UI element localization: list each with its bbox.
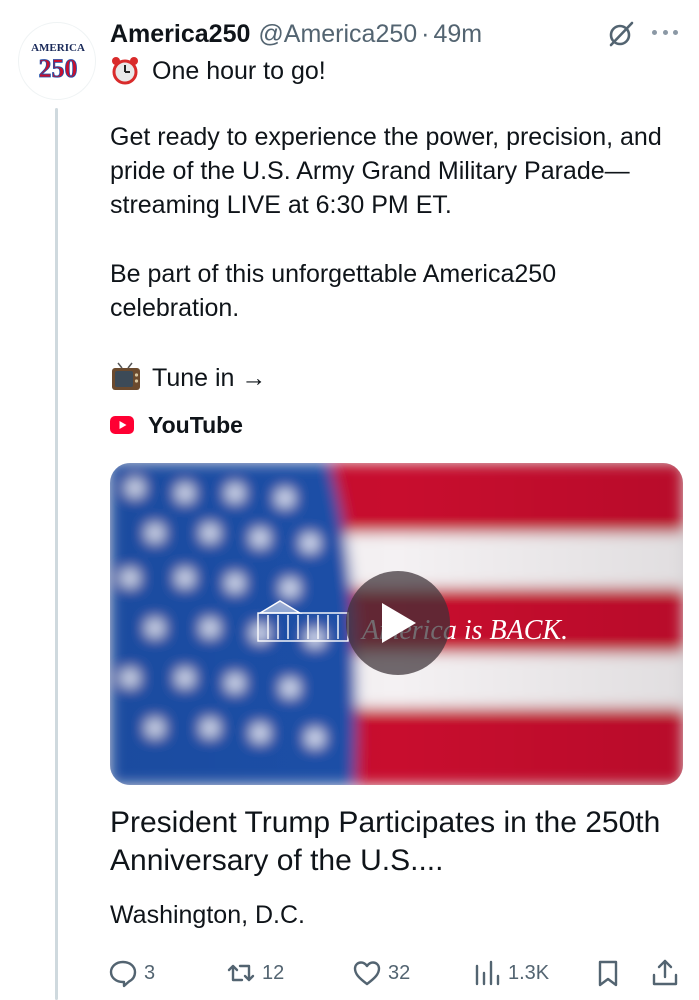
post-paragraph-1: Get ready to experience the power, preci…	[110, 123, 662, 219]
post-line-1: One hour to go!	[152, 57, 326, 85]
youtube-icon	[110, 416, 134, 434]
reply-icon	[109, 960, 137, 988]
link-source[interactable]: YouTube	[110, 410, 243, 440]
bookmark-icon	[598, 960, 618, 987]
separator: ·	[421, 19, 430, 48]
views-count: 1.3K	[508, 961, 550, 984]
share-icon	[652, 959, 678, 986]
like-button[interactable]: 32	[352, 955, 410, 991]
post-text: One hour to go!	[110, 54, 685, 88]
views-icon	[475, 960, 500, 986]
repost-button[interactable]: 12	[226, 955, 284, 991]
play-button[interactable]	[346, 571, 450, 675]
post-paragraph-2: Be part of this unforgettable America250…	[110, 260, 557, 322]
avatar[interactable]: AMERICA 250	[18, 22, 96, 100]
reply-count: 3	[144, 961, 156, 984]
alarm-clock-icon	[112, 57, 138, 85]
card-title[interactable]: President Trump Participates in the 250t…	[110, 804, 685, 880]
avatar-text-bottom: 250	[39, 54, 78, 83]
bookmark-button[interactable]	[593, 955, 629, 991]
handle[interactable]: @America250	[258, 20, 417, 49]
action-bar: 3 12 32 1.3K	[108, 955, 688, 991]
play-icon	[382, 603, 416, 643]
america250-logo: AMERICA 250	[31, 42, 85, 83]
television-icon	[112, 362, 140, 390]
youtube-label: YouTube	[148, 411, 243, 438]
repost-icon	[227, 964, 255, 982]
grok-icon[interactable]	[606, 19, 636, 49]
more-options-icon[interactable]	[652, 30, 678, 36]
avatar-text-top: AMERICA	[31, 42, 85, 54]
like-count: 32	[388, 961, 411, 984]
tune-in-text: Tune in →	[152, 363, 267, 392]
video-thumbnail[interactable]: America is BACK.	[110, 463, 683, 785]
timestamp[interactable]: 49m	[434, 20, 483, 49]
card-subtitle: Washington, D.C.	[110, 901, 305, 929]
heart-icon	[353, 961, 381, 986]
thread-line	[55, 108, 58, 1000]
views-button[interactable]: 1.3K	[472, 955, 549, 991]
tune-in-line: Tune in →	[110, 360, 266, 396]
share-button[interactable]	[650, 955, 686, 991]
reply-button[interactable]: 3	[108, 955, 155, 991]
display-name[interactable]: America250	[110, 20, 250, 49]
repost-count: 12	[262, 961, 285, 984]
